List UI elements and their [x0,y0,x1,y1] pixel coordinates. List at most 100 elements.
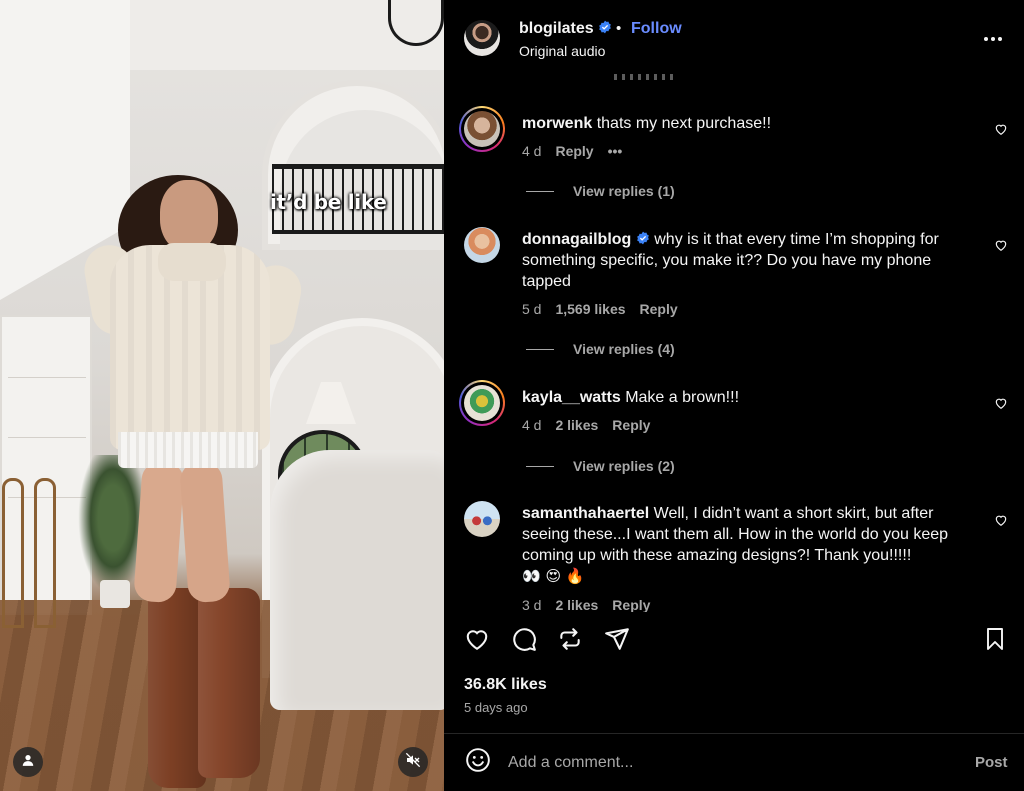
replies-line [526,190,554,192]
heart-icon [994,123,1008,140]
story-ring[interactable] [459,380,505,426]
reply-button[interactable]: Reply [612,597,650,612]
video-caption: it’d be like [270,190,387,214]
skirt [118,432,258,468]
comment-like-button[interactable] [994,238,1010,254]
reply-button[interactable]: Reply [612,417,650,433]
view-replies-label: View replies (1) [573,183,675,199]
repost-icon [557,626,583,657]
comment-body: kayla__watts Make a brown!!! [522,387,962,408]
sofa [270,450,444,710]
verified-badge-icon [636,230,650,245]
repost-button[interactable] [555,626,585,656]
header-separator: • [616,20,622,37]
comment-username[interactable]: donnagailblog [522,231,631,248]
post-details-panel: blogilates • Follow Original audio morwe… [444,0,1024,791]
story-ring[interactable] [459,106,505,152]
comment-text: thats my next purchase!! [596,115,772,132]
comment-button[interactable] [509,626,539,656]
comment-time[interactable]: 4 d [522,417,541,433]
comment-meta: 4 d Reply ••• [522,143,622,159]
add-comment-bar: Post [444,734,1024,791]
mute-button[interactable] [398,747,428,777]
comment-meta: 3 d 2 likes Reply [522,597,650,612]
like-button[interactable] [462,626,492,656]
reply-button[interactable]: Reply [555,143,593,159]
view-replies-label: View replies (4) [573,341,675,357]
comment-emojis: 👀 😍 🔥 [522,567,585,585]
post-media[interactable]: it’d be like [0,0,444,791]
commenter-avatar [464,385,500,421]
comment-likes[interactable]: 2 likes [555,597,598,612]
heart-icon [464,626,490,657]
heart-icon [994,514,1008,531]
comment-text: Make a brown!!! [625,389,740,406]
view-replies-button[interactable]: View replies (1) [526,183,675,199]
comment-username[interactable]: morwenk [522,115,592,132]
comment-time[interactable]: 4 d [522,143,541,159]
comment-username[interactable]: kayla__watts [522,389,621,406]
cabinet-line [8,377,86,378]
share-button[interactable] [602,626,632,656]
comment-likes[interactable]: 2 likes [555,417,598,433]
view-replies-button[interactable]: View replies (2) [526,458,675,474]
save-button[interactable] [980,626,1010,656]
comment-like-button[interactable] [994,396,1010,412]
view-replies-label: View replies (2) [573,458,675,474]
cabinet-line [8,437,86,438]
heart-icon [994,397,1008,414]
clipped-previous-row [614,74,674,80]
reply-button[interactable]: Reply [640,301,678,317]
comment-time[interactable]: 5 d [522,301,541,317]
turtleneck-collar [158,243,226,281]
replies-line [526,348,554,350]
user-tags-button[interactable] [13,747,43,777]
more-icon [983,29,1003,47]
heart-icon [994,239,1008,256]
commenter-avatar[interactable] [464,501,500,537]
author-username-text[interactable]: blogilates [519,20,594,37]
comment-icon [511,626,537,657]
comment-body: morwenk thats my next purchase!! [522,113,962,134]
comment-input[interactable] [508,750,948,776]
view-replies-button[interactable]: View replies (4) [526,341,675,357]
post-likes-count[interactable]: 36.8K likes [464,676,547,694]
audio-label[interactable]: Original audio [519,43,605,59]
comment-meta: 5 d 1,569 likes Reply [522,301,678,317]
smiley-icon [465,747,491,778]
comment-like-button[interactable] [994,122,1010,138]
chair [34,478,56,628]
commenter-avatar [464,111,500,147]
user-icon [21,753,35,772]
comment-body: donnagailblog why is it that every time … [522,229,962,292]
comment-meta: 4 d 2 likes Reply [522,417,650,433]
post-date[interactable]: 5 days ago [464,700,528,715]
plant-pot [100,580,130,608]
follow-button[interactable]: Follow [631,20,682,38]
speaker-muted-icon [405,752,421,773]
comment-likes[interactable]: 1,569 likes [555,301,625,317]
post-header: blogilates • Follow Original audio [444,0,1024,74]
right-boot [198,588,260,778]
comment-options-button[interactable]: ••• [608,143,623,159]
author-username[interactable]: blogilates [519,20,612,38]
replies-line [526,465,554,467]
comment-like-button[interactable] [994,513,1010,529]
author-avatar[interactable] [464,20,500,56]
emoji-picker-button[interactable] [464,747,492,778]
right-leg [179,460,231,604]
more-options-button[interactable] [978,24,1008,52]
post-comment-button[interactable]: Post [975,754,1008,771]
verified-badge-icon [598,20,612,34]
comment-time[interactable]: 3 d [522,597,541,612]
face [160,180,218,252]
bookmark-icon [983,626,1007,657]
chair [2,478,24,628]
left-leg [133,460,185,604]
commenter-avatar[interactable] [464,227,500,263]
send-icon [604,626,630,657]
comment-username[interactable]: samanthahaertel [522,505,649,522]
post-actions [444,620,1024,664]
comments-list[interactable]: morwenk thats my next purchase!! 4 d Rep… [444,74,1024,612]
comment-body: samanthahaertel Well, I didn’t want a sh… [522,503,962,587]
